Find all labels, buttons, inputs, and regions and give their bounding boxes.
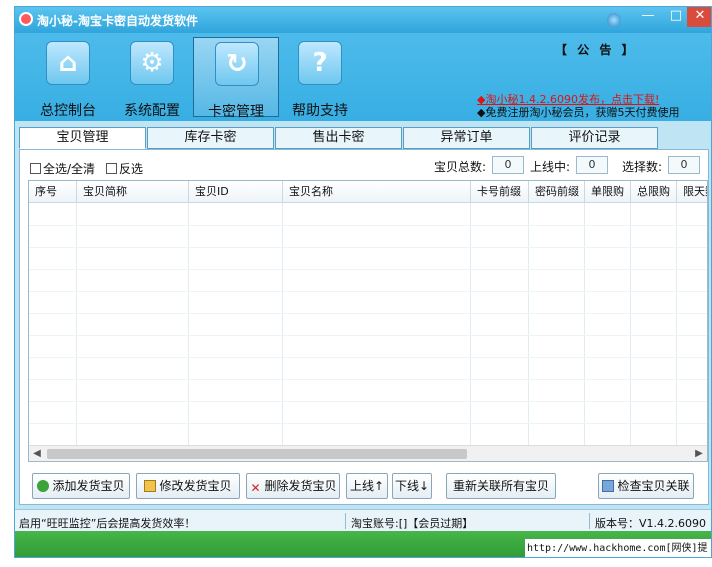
tab-review-records[interactable]: 评价记录 (531, 127, 658, 149)
add-item-label: 添加发货宝贝 (52, 479, 125, 493)
grid-line (29, 401, 707, 402)
notice-title: 【 公 告 】 (555, 43, 637, 57)
grid-line (29, 357, 707, 358)
column-header-password-prefix[interactable]: 密码前缀 (529, 181, 585, 203)
window-title: 淘小秘-淘宝卡密自动发货软件 (37, 14, 198, 28)
add-item-button[interactable]: 添加发货宝贝 (32, 473, 130, 499)
nav-card-management-button[interactable]: ↻ 卡密管理 (193, 37, 279, 120)
gear-icon: ⚙ (130, 41, 174, 85)
select-all-checkbox[interactable]: 全选/全清 (30, 160, 95, 177)
tab-bar: 宝贝管理 库存卡密 售出卡密 异常订单 评价记录 (19, 127, 709, 149)
grid-line (528, 203, 529, 445)
checkbox-box[interactable] (30, 163, 41, 174)
column-header-item-name[interactable]: 宝贝名称 (283, 181, 471, 203)
grid-line (676, 203, 677, 445)
relink-all-button[interactable]: 重新关联所有宝贝 (446, 473, 556, 499)
nav-help-label: 帮助支持 (292, 103, 348, 119)
globe-icon[interactable] (607, 13, 621, 27)
delete-item-label: 删除发货宝贝 (264, 479, 337, 493)
invert-label: 反选 (119, 162, 144, 176)
notice-register-link[interactable]: ◆免费注册淘小秘会员，获赠5天付费使用 (477, 104, 679, 120)
selected-count-value: 0 (668, 156, 700, 174)
grid-line (29, 225, 707, 226)
online-items-value: 0 (576, 156, 608, 174)
checkbox-box[interactable] (106, 163, 117, 174)
grid-line (29, 335, 707, 336)
delete-item-button[interactable]: ✕ 删除发货宝贝 (246, 473, 340, 499)
grid-line (29, 247, 707, 248)
grid-line (584, 203, 585, 445)
grid-line (29, 269, 707, 270)
offline-button[interactable]: 下线↓ (392, 473, 432, 499)
grid-line (29, 313, 707, 314)
add-icon (37, 480, 50, 492)
check-link-button[interactable]: 检查宝贝关联 (598, 473, 694, 499)
scrollbar-thumb[interactable] (47, 449, 467, 459)
column-header-item-id[interactable]: 宝贝ID (189, 181, 283, 203)
grid-line (76, 203, 77, 445)
status-divider (589, 513, 590, 529)
nav-help-button[interactable]: ? 帮助支持 (277, 37, 363, 119)
grid-line (188, 203, 189, 445)
select-all-label: 全选/全清 (43, 162, 96, 176)
column-header-total-limit[interactable]: 总限购 (631, 181, 677, 203)
maximize-button[interactable]: □ (663, 7, 689, 27)
table-body (29, 203, 707, 445)
close-button[interactable]: ✕ (687, 7, 711, 27)
column-header-index[interactable]: 序号 (29, 181, 77, 203)
invert-selection-checkbox[interactable]: 反选 (106, 160, 143, 177)
home-icon: ⌂ (46, 41, 90, 85)
horizontal-scrollbar[interactable]: ◀ ▶ (29, 445, 707, 461)
item-management-panel: 全选/全清 反选 宝贝总数: 0 上线中: 0 选择数: 0 序号 宝贝简称 宝… (19, 149, 709, 505)
total-items-label: 宝贝总数: (434, 160, 487, 174)
grid-line (630, 203, 631, 445)
column-header-short-name[interactable]: 宝贝简称 (77, 181, 189, 203)
scroll-left-icon[interactable]: ◀ (29, 446, 45, 461)
items-table[interactable]: 序号 宝贝简称 宝贝ID 宝贝名称 卡号前缀 密码前缀 单限购 总限购 限天数 (28, 180, 708, 462)
online-button[interactable]: 上线↑ (346, 473, 388, 499)
refresh-icon: ↻ (215, 42, 259, 86)
edit-item-label: 修改发货宝贝 (159, 479, 232, 493)
column-header-card-prefix[interactable]: 卡号前缀 (471, 181, 529, 203)
nav-settings-label: 系统配置 (124, 103, 180, 119)
status-version: 版本号：V1.4.2.6090 (595, 517, 707, 530)
edit-icon (144, 480, 157, 492)
help-icon: ? (298, 41, 342, 85)
nav-dashboard-label: 总控制台 (40, 103, 96, 119)
grid-line (29, 423, 707, 424)
status-tip: 启用“旺旺监控”后会提高发货效率！ (19, 517, 196, 530)
scroll-right-icon[interactable]: ▶ (691, 446, 707, 461)
grid-line (470, 203, 471, 445)
grid-line (29, 379, 707, 380)
tab-abnormal-orders[interactable]: 异常订单 (403, 127, 530, 149)
tab-sold-cards[interactable]: 售出卡密 (275, 127, 402, 149)
column-header-single-limit[interactable]: 单限购 (585, 181, 631, 203)
delete-icon: ✕ (250, 481, 261, 495)
edit-item-button[interactable]: 修改发货宝贝 (136, 473, 240, 499)
total-items-value: 0 (492, 156, 524, 174)
tab-item-management[interactable]: 宝贝管理 (19, 127, 146, 149)
nav-card-management-label: 卡密管理 (208, 104, 264, 120)
tab-stock-cards[interactable]: 库存卡密 (147, 127, 274, 149)
status-divider (345, 513, 346, 529)
title-bar[interactable]: 淘小秘-淘宝卡密自动发货软件 — □ ✕ (15, 7, 711, 33)
grid-line (282, 203, 283, 445)
watermark-text: http://www.hackhome.com[网侠]提供 (525, 539, 711, 557)
bottom-bar: http://www.hackhome.com[网侠]提供 (15, 531, 711, 557)
check-link-label: 检查宝贝关联 (617, 479, 690, 493)
column-header-day-limit[interactable]: 限天数 (677, 181, 707, 203)
table-header: 序号 宝贝简称 宝贝ID 宝贝名称 卡号前缀 密码前缀 单限购 总限购 限天数 (29, 181, 707, 203)
app-window: 淘小秘-淘宝卡密自动发货软件 — □ ✕ ⌂ 总控制台 ⚙ 系统配置 ↻ 卡密管… (14, 6, 712, 558)
status-bar: 启用“旺旺监控”后会提高发货效率！ 淘宝账号:[]【会员过期】 版本号：V1.4… (15, 509, 711, 531)
online-items-label: 上线中: (530, 160, 571, 174)
nav-settings-button[interactable]: ⚙ 系统配置 (109, 37, 195, 119)
app-logo-icon (19, 12, 33, 26)
selected-count-label: 选择数: (622, 160, 663, 174)
grid-line (29, 291, 707, 292)
nav-dashboard-button[interactable]: ⌂ 总控制台 (25, 37, 111, 119)
minimize-button[interactable]: — (635, 7, 661, 27)
check-icon (602, 480, 615, 492)
status-account: 淘宝账号:[]【会员过期】 (351, 517, 474, 530)
